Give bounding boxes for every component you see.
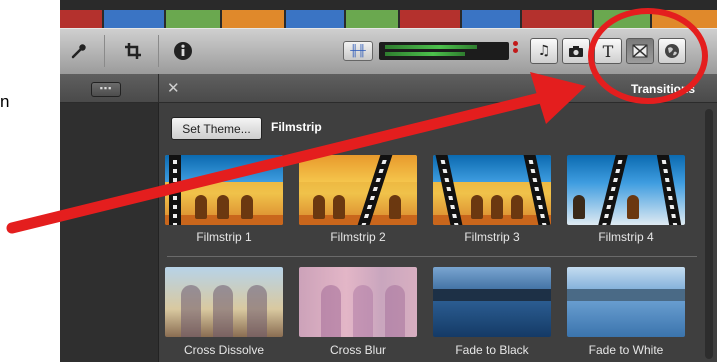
scrollbar[interactable] [705,109,713,359]
event-library-pane [60,103,159,362]
titles-button[interactable]: T [594,38,622,64]
transition-label: Filmstrip 3 [464,230,520,244]
transitions-browser: Set Theme... Filmstrip Filmstrip 1 Films… [159,103,717,362]
transition-thumb-filmstrip-3[interactable] [433,155,551,225]
timeline-strip[interactable] [60,0,717,28]
clip-indicator [513,41,519,55]
event-library-toggle[interactable]: ▪▪▪ [91,82,121,97]
transition-thumb-fade-to-white[interactable] [567,267,685,337]
set-theme-button[interactable]: Set Theme... [171,117,262,140]
transition-label: Filmstrip 4 [598,230,654,244]
transitions-button[interactable] [626,38,654,64]
music-icon: ♫ [537,43,551,59]
transition-thumb-fade-to-black[interactable] [433,267,551,337]
row-divider [167,256,697,257]
photos-button[interactable] [562,38,590,64]
text-icon: T [602,41,614,61]
transition-thumb-cross-blur[interactable] [299,267,417,337]
transition-thumb-cross-dissolve[interactable] [165,267,283,337]
transition-thumb-filmstrip-4[interactable] [567,155,685,225]
audio-level-meter [379,42,509,60]
transitions-icon [632,44,648,58]
transition-label: Cross Dissolve [183,343,264,357]
transition-thumb-filmstrip-1[interactable] [165,155,283,225]
crop-icon[interactable] [118,37,148,65]
close-icon[interactable]: ✕ [167,79,180,97]
info-icon[interactable] [168,37,198,65]
panel-header: ▪▪▪ ✕ Transitions [60,74,717,103]
music-button[interactable]: ♫ [530,38,558,64]
microphone-icon[interactable] [64,37,94,65]
toolbar: ╫╫ ♫ T [60,28,717,76]
transition-label: Cross Blur [329,343,386,357]
imovie-window: ╫╫ ♫ T ▪▪▪ ✕ Transitions Set Theme... Fi… [60,0,717,362]
cut-off-text: n [0,92,10,111]
globe-icon [665,44,679,58]
theme-name: Filmstrip [271,120,322,134]
transition-thumb-filmstrip-2[interactable] [299,155,417,225]
audio-adjust-button[interactable]: ╫╫ [343,41,373,61]
transition-label: Filmstrip 1 [196,230,252,244]
camera-icon [569,45,583,57]
waveform-icon: ╫╫ [350,45,366,57]
maps-button[interactable] [658,38,686,64]
transition-label: Fade to White [588,343,664,357]
transition-label: Fade to Black [455,343,529,357]
transition-label: Filmstrip 2 [330,230,386,244]
panel-title: Transitions [630,82,695,96]
